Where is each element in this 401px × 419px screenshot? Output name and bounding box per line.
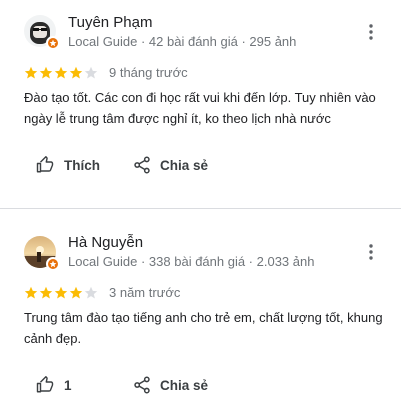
like-count: 1 [64,377,72,393]
reviewer-name[interactable]: Tuyên Phạm [68,14,153,31]
star-rating [24,66,98,80]
star-filled-icon [39,66,53,79]
share-label: Chia sẻ [160,157,209,173]
review-card: Tuyên Phạm Local Guide · 42 bài đánh giá… [0,0,401,209]
share-icon [134,156,150,174]
star-filled-icon [24,286,38,299]
review-date: 3 năm trước [109,285,181,300]
share-label: Chia sẻ [160,377,209,393]
avatar[interactable] [24,15,60,50]
star-filled-icon [69,286,83,299]
more-options-button[interactable] [361,20,381,44]
like-label: Thích [64,157,100,173]
star-filled-icon [54,66,68,79]
avatar[interactable] [24,236,60,271]
like-button[interactable]: 1 [36,376,72,394]
star-filled-icon [39,286,53,299]
star-filled-icon [24,66,38,79]
review-date: 9 tháng trước [109,65,188,80]
share-icon [134,376,150,394]
more-vert-icon [369,244,373,260]
like-button[interactable]: Thích [36,156,100,174]
thumb-up-icon [36,376,54,393]
review-text: Đào tạo tốt. Các con đi học rất vui khi … [24,90,376,126]
star-empty-icon [84,286,98,299]
share-button[interactable]: Chia sẻ [134,156,208,174]
review-text: Trung tâm đào tạo tiếng anh cho trẻ em, … [24,310,383,346]
reviewer-meta: Local Guide · 42 bài đánh giá · 295 ảnh [68,34,297,49]
reviewer-name[interactable]: Hà Nguyễn [68,234,143,251]
review-card: Hà Nguyễn Local Guide · 338 bài đánh giá… [0,197,401,419]
reviewer-meta: Local Guide · 338 bài đánh giá · 2.033 ả… [68,254,315,269]
more-options-button[interactable] [361,240,381,264]
star-filled-icon [69,66,83,79]
thumb-up-icon [36,156,54,173]
local-guide-badge-icon [46,257,60,271]
star-filled-icon [54,286,68,299]
star-empty-icon [84,66,98,79]
local-guide-badge-icon [46,36,60,50]
star-rating [24,286,98,300]
more-vert-icon [369,24,373,40]
share-button[interactable]: Chia sẻ [134,376,208,394]
